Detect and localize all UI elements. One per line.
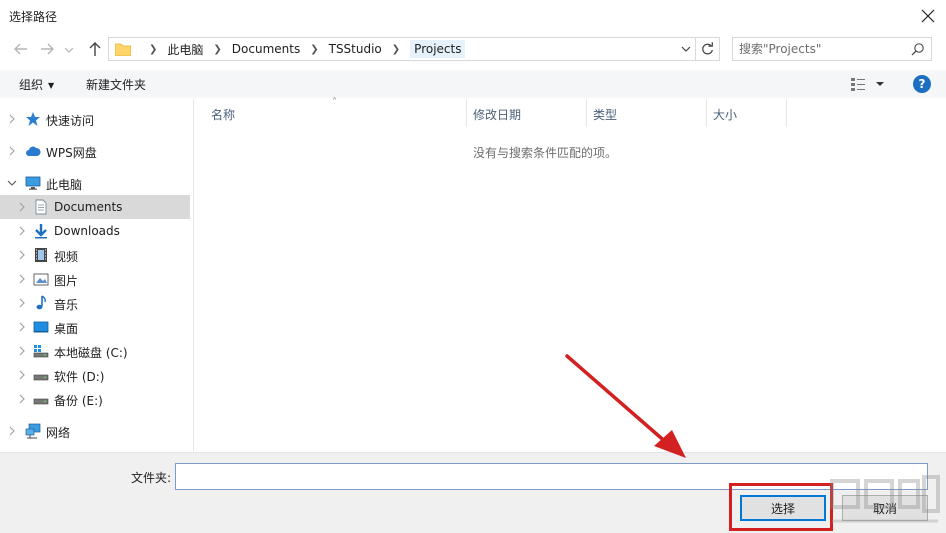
chevron-right-icon[interactable] xyxy=(17,322,27,332)
breadcrumb-separator-icon[interactable]: ❯ xyxy=(213,44,221,55)
column-header-type[interactable]: 类型 xyxy=(587,99,707,127)
chevron-right-icon[interactable] xyxy=(17,250,27,260)
organize-label: 组织 xyxy=(19,78,44,92)
video-icon xyxy=(35,248,47,262)
empty-message: 没有与搜索条件匹配的项。 xyxy=(472,146,617,160)
download-icon xyxy=(35,224,47,239)
sidebar-item-this-pc[interactable]: 此电脑 xyxy=(0,171,190,195)
sidebar-item-wps-drive[interactable]: WPS网盘 xyxy=(0,139,190,163)
picture-icon xyxy=(33,273,49,286)
breadcrumb-documents[interactable]: Documents xyxy=(232,42,300,56)
window-title: 选择路径 xyxy=(9,10,58,24)
chevron-right-icon[interactable] xyxy=(17,394,27,404)
sidebar-item-label: 备份 (E:) xyxy=(54,394,103,408)
sidebar-item-label: 此电脑 xyxy=(46,178,83,192)
column-header-label: 类型 xyxy=(593,108,618,122)
breadcrumb-separator-icon: ❯ xyxy=(149,43,158,55)
sidebar-item-label: 软件 (D:) xyxy=(54,370,105,384)
cancel-button[interactable]: 取消 xyxy=(842,495,928,521)
sidebar-item-pictures[interactable]: 图片 xyxy=(0,267,190,291)
computer-icon xyxy=(25,176,41,190)
sidebar-item-drive-c[interactable]: 本地磁盘 (C:) xyxy=(0,339,190,363)
sidebar-item-label: 桌面 xyxy=(54,322,79,336)
sidebar-item-label: WPS网盘 xyxy=(46,146,97,160)
breadcrumb-tsstudio[interactable]: TSStudio xyxy=(329,42,382,56)
chevron-right-icon[interactable] xyxy=(17,298,27,308)
system-drive-icon xyxy=(33,345,49,358)
chevron-right-icon[interactable] xyxy=(17,202,27,212)
search-icon[interactable] xyxy=(911,42,925,56)
navigation-bar: ❯ 此电脑 ❯ Documents ❯ TSStudio ❯ Projects xyxy=(0,34,946,64)
chevron-right-icon[interactable] xyxy=(7,114,17,124)
sidebar-item-label: Downloads xyxy=(54,224,120,238)
folder-label: 文件夹: xyxy=(131,471,172,485)
drive-icon xyxy=(33,374,49,381)
breadcrumb-separator-icon[interactable]: ❯ xyxy=(392,44,400,55)
sidebar-item-label: 快速访问 xyxy=(46,114,95,128)
column-header-label: 名称 xyxy=(211,108,236,122)
address-dropdown-icon[interactable] xyxy=(681,44,691,54)
sidebar-item-label: 音乐 xyxy=(54,298,79,312)
navigation-pane: 快速访问 WPS网盘 此电脑 Documents Downloads 视频 图片… xyxy=(0,99,194,451)
help-icon[interactable]: ? xyxy=(913,75,931,93)
chevron-right-icon[interactable] xyxy=(17,226,27,236)
folder-icon xyxy=(115,43,131,56)
breadcrumb-this-pc[interactable]: 此电脑 xyxy=(167,41,203,58)
network-icon xyxy=(25,423,41,439)
breadcrumb-separator-icon[interactable]: ❯ xyxy=(310,44,318,55)
column-header-label: 修改日期 xyxy=(473,108,522,122)
refresh-icon[interactable] xyxy=(695,38,719,60)
sidebar-item-quick-access[interactable]: 快速访问 xyxy=(0,107,190,131)
music-icon xyxy=(36,295,46,310)
folder-input[interactable] xyxy=(175,463,928,490)
chevron-down-icon[interactable] xyxy=(7,178,17,188)
new-folder-button[interactable]: 新建文件夹 xyxy=(86,76,146,93)
search-input[interactable] xyxy=(739,41,903,57)
document-icon xyxy=(35,199,47,215)
sidebar-item-drive-e[interactable]: 备份 (E:) xyxy=(0,387,190,411)
recent-locations-icon[interactable] xyxy=(63,40,75,58)
breadcrumb: ❯ 此电脑 ❯ Documents ❯ TSStudio ❯ Projects xyxy=(139,38,466,60)
sidebar-item-downloads[interactable]: Downloads xyxy=(0,219,190,243)
chevron-right-icon[interactable] xyxy=(17,370,27,380)
chevron-right-icon[interactable] xyxy=(17,274,27,284)
caret-down-icon: ▼ xyxy=(48,81,55,90)
sidebar-item-network[interactable]: 网络 xyxy=(0,419,190,443)
column-header-label: 大小 xyxy=(713,108,738,122)
sidebar-item-label: 图片 xyxy=(54,274,79,288)
organize-button[interactable]: 组织 ▼ xyxy=(19,76,54,93)
sidebar-item-videos[interactable]: 视频 xyxy=(0,243,190,267)
chevron-right-icon[interactable] xyxy=(17,346,27,356)
column-header-date-modified[interactable]: 修改日期 xyxy=(467,99,587,127)
column-header-name[interactable]: 名称 xyxy=(205,99,467,127)
column-header-size[interactable]: 大小 xyxy=(707,99,787,127)
sidebar-item-label: 本地磁盘 (C:) xyxy=(54,346,128,360)
sidebar-item-label: 视频 xyxy=(54,250,79,264)
chevron-right-icon[interactable] xyxy=(7,426,17,436)
desktop-icon xyxy=(33,321,49,333)
view-options-icon[interactable] xyxy=(850,76,890,92)
title-bar: 选择路径 xyxy=(0,0,946,32)
sidebar-item-music[interactable]: 音乐 xyxy=(0,291,190,315)
up-arrow-icon[interactable] xyxy=(86,40,104,58)
search-box[interactable] xyxy=(732,37,932,61)
address-bar[interactable]: ❯ 此电脑 ❯ Documents ❯ TSStudio ❯ Projects xyxy=(108,37,720,61)
close-icon[interactable] xyxy=(916,4,940,28)
forward-arrow-icon[interactable] xyxy=(38,40,56,58)
star-icon xyxy=(26,112,40,126)
sidebar-item-desktop[interactable]: 桌面 xyxy=(0,315,190,339)
command-bar: 组织 ▼ 新建文件夹 ? xyxy=(0,70,946,98)
select-button[interactable]: 选择 xyxy=(740,495,826,521)
breadcrumb-projects[interactable]: Projects xyxy=(410,40,466,58)
cloud-icon xyxy=(26,146,41,156)
dialog-footer: 文件夹: 选择 取消 xyxy=(0,452,946,533)
sidebar-item-drive-d[interactable]: 软件 (D:) xyxy=(0,363,190,387)
sidebar-item-label: Documents xyxy=(54,200,123,214)
sidebar-item-documents[interactable]: Documents xyxy=(0,195,190,219)
sidebar-item-label: 网络 xyxy=(46,426,71,440)
chevron-right-icon[interactable] xyxy=(7,146,17,156)
file-list: ˄ 名称 修改日期 类型 大小 没有与搜索条件匹配的项。 xyxy=(195,97,946,451)
back-arrow-icon[interactable] xyxy=(12,40,30,58)
drive-icon xyxy=(33,398,49,405)
